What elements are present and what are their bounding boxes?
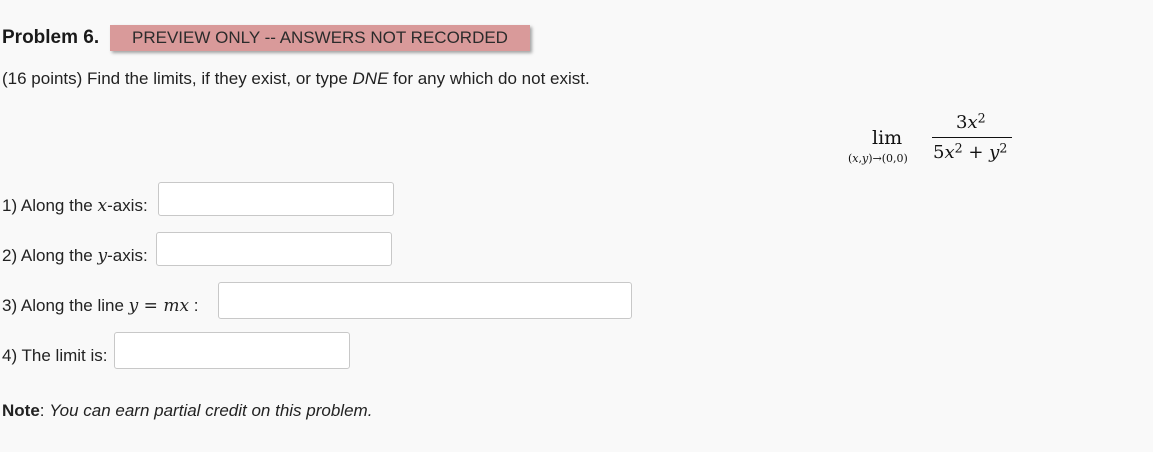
note-label: Note xyxy=(2,401,40,420)
instructions-dne: DNE xyxy=(352,69,389,88)
lim-subscript: (x,y)→(0,0) xyxy=(848,152,908,165)
fraction-numerator: 3x2 xyxy=(956,110,986,133)
question-2-label: 2) Along the y-axis: xyxy=(2,246,148,266)
answer-input-4[interactable] xyxy=(114,332,350,369)
question-1-suffix: -axis: xyxy=(107,196,148,215)
question-3-prefix: 3) Along the line xyxy=(2,296,129,315)
preview-only-badge: PREVIEW ONLY -- ANSWERS NOT RECORDED xyxy=(110,25,530,51)
instructions-suffix: for any which do not exist. xyxy=(388,69,590,88)
question-2-suffix: -axis: xyxy=(107,246,148,265)
problem-page: Problem 6. PREVIEW ONLY -- ANSWERS NOT R… xyxy=(0,0,1153,452)
question-1-label: 1) Along the x-axis: xyxy=(2,196,148,216)
question-3-label: 3) Along the line y = mx : xyxy=(2,296,199,316)
fraction-denominator: 5x2 + y2 xyxy=(933,140,1008,163)
question-3-equation: y = mx xyxy=(128,296,190,316)
problem-title: Problem 6. xyxy=(2,27,100,48)
note-separator: : xyxy=(39,401,50,420)
lim-operator: lim xyxy=(872,127,903,149)
question-1-prefix: 1) Along the xyxy=(2,196,98,215)
note-text: You can earn partial credit on this prob… xyxy=(49,401,373,420)
fraction-bar xyxy=(932,137,1012,138)
question-2-variable: y xyxy=(97,246,108,266)
question-2-prefix: 2) Along the xyxy=(2,246,98,265)
partial-credit-note: Note: You can earn partial credit on thi… xyxy=(2,401,372,421)
answer-input-1[interactable] xyxy=(158,182,394,216)
question-4-label: 4) The limit is: xyxy=(2,346,108,366)
question-4-prefix: 4) The limit is: xyxy=(2,346,108,365)
instructions-prefix: (16 points) Find the limits, if they exi… xyxy=(2,69,353,88)
question-1-variable: x xyxy=(97,196,108,216)
answer-input-3[interactable] xyxy=(218,282,632,319)
question-3-suffix: : xyxy=(189,296,199,315)
answer-input-2[interactable] xyxy=(156,232,392,266)
problem-instructions: (16 points) Find the limits, if they exi… xyxy=(2,69,590,89)
limit-formula: lim (x,y)→(0,0) 3x2 5x2 + y2 xyxy=(842,110,1022,170)
